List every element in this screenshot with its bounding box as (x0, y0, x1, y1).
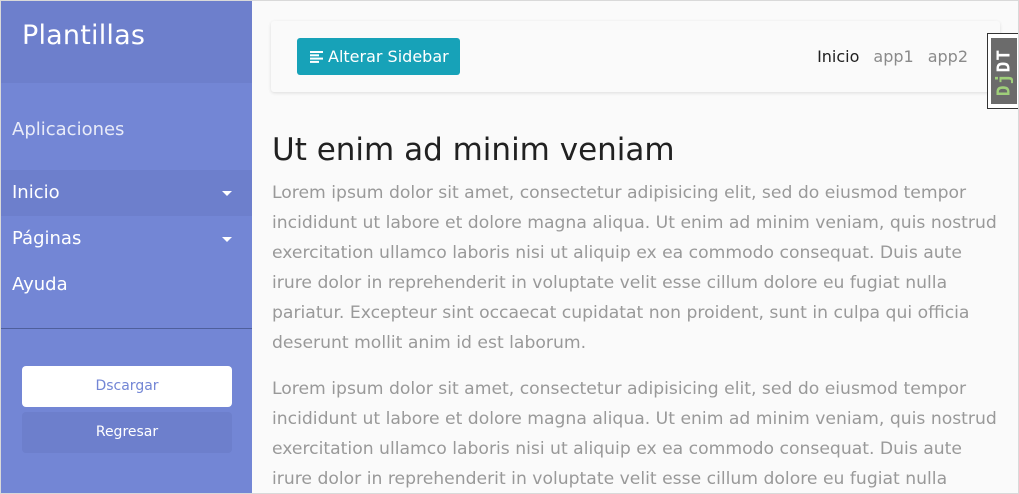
nav-link-app1[interactable]: app1 (873, 47, 913, 66)
toggle-sidebar-label: Alterar Sidebar (328, 47, 449, 66)
sidebar-item-ayuda[interactable]: Ayuda (1, 262, 252, 308)
debug-toolbar-suffix: DT (993, 48, 1015, 73)
sidebar-item-label: Inicio (12, 182, 60, 203)
nav-link-app2[interactable]: app2 (928, 47, 968, 66)
caret-down-icon (222, 191, 232, 196)
caret-down-icon (222, 237, 232, 242)
main-content: Alterar Sidebar Inicio app1 app2 Ut enim a… (252, 1, 1018, 493)
sidebar-item-paginas[interactable]: Páginas (1, 216, 252, 262)
nav-links: Inicio app1 app2 (803, 47, 968, 66)
sidebar: Plantillas Aplicaciones Inicio Páginas A… (1, 1, 252, 493)
page-heading: Ut enim ad minim veniam (272, 132, 675, 168)
paragraph: Lorem ipsum dolor sit amet, consectetur … (272, 183, 997, 353)
paragraph: Lorem ipsum dolor sit amet, consectetur … (272, 379, 997, 489)
sidebar-title: Plantillas (1, 1, 252, 83)
debug-toolbar-handle[interactable]: DjDT (987, 33, 1018, 109)
app-window: Plantillas Aplicaciones Inicio Páginas A… (0, 0, 1019, 494)
sidebar-item-label: Páginas (12, 228, 82, 249)
sidebar-item-inicio[interactable]: Inicio (1, 170, 252, 216)
top-navbar: Alterar Sidebar Inicio app1 app2 (271, 21, 1000, 92)
sidebar-subtitle: Aplicaciones (12, 119, 125, 140)
sidebar-item-label: Ayuda (12, 274, 68, 295)
nav-link-inicio[interactable]: Inicio (817, 47, 859, 66)
back-button[interactable]: Regresar (22, 412, 232, 453)
debug-toolbar-logo: DjDT (991, 38, 1017, 104)
sidebar-divider (1, 328, 252, 329)
toggle-sidebar-button[interactable]: Alterar Sidebar (297, 38, 460, 75)
align-left-icon (310, 51, 323, 63)
debug-toolbar-prefix: Dj (993, 72, 1015, 97)
download-button[interactable]: Dscargar (22, 366, 232, 407)
